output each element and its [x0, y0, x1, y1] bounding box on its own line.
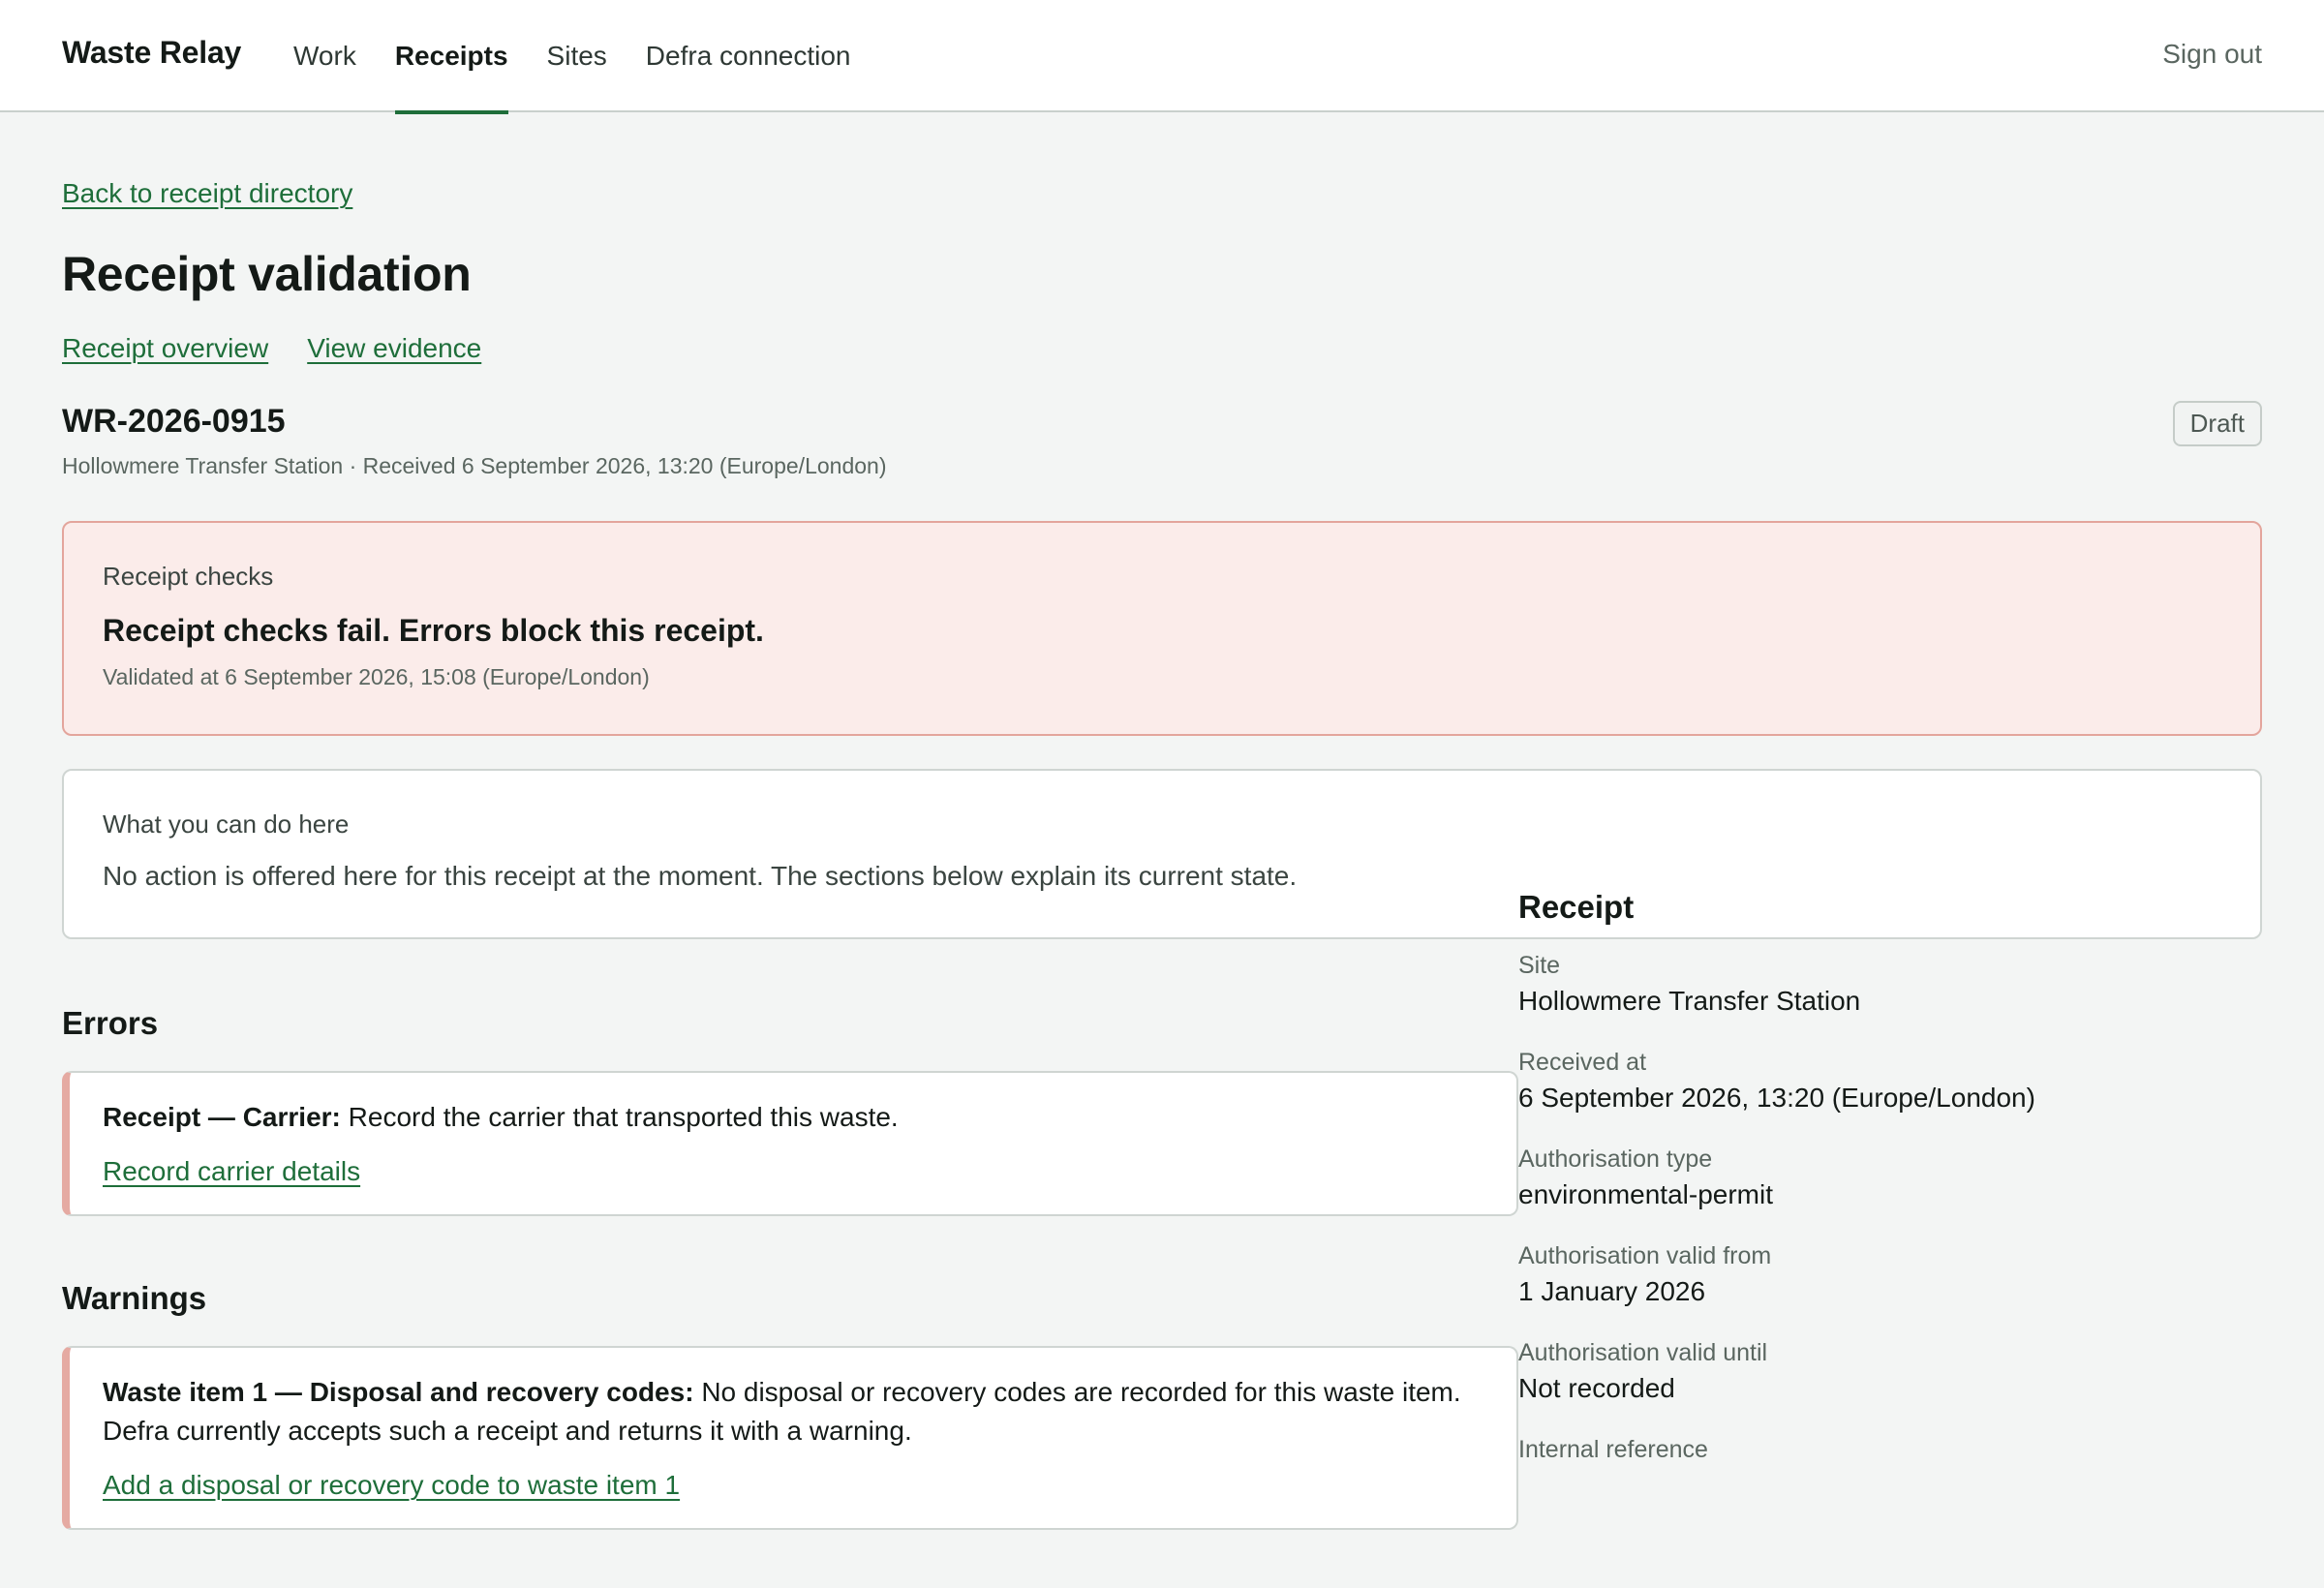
validated-at-text: Validated at 6 September 2026, 15:08 (Eu…	[103, 664, 650, 689]
summary-label: Received at	[1518, 1049, 1647, 1076]
view-evidence-link[interactable]: View evidence	[307, 333, 481, 364]
summary-label: Authorisation valid until	[1518, 1339, 1768, 1366]
error-message: Record the carrier that transported this…	[348, 1102, 899, 1132]
receipt-checks-headline: Receipt checks fail. Errors block this r…	[103, 613, 764, 648]
nav-item-defra-connection[interactable]: Defra connection	[646, 0, 851, 112]
error-text: Receipt — Carrier: Record the carrier th…	[103, 1098, 1482, 1137]
nav-item-receipts[interactable]: Receipts	[394, 0, 508, 114]
main-nav: Work Receipts Sites Defra connection	[293, 0, 851, 114]
summary-value: environmental-permit	[1518, 1179, 1773, 1209]
top-navigation-bar: Waste Relay Work Receipts Sites Defra co…	[0, 0, 2324, 114]
available-actions-body: No action is offered here for this recei…	[103, 861, 1298, 891]
summary-value: 1 January 2026	[1518, 1276, 1706, 1306]
available-actions-kicker: What you can do here	[103, 809, 350, 839]
record-carrier-details-link[interactable]: Record carrier details	[103, 1152, 360, 1191]
summary-value: Hollowmere Transfer Station	[1518, 986, 1861, 1016]
nav-item-work[interactable]: Work	[293, 0, 356, 112]
warning-item: Waste item 1 — Disposal and recovery cod…	[62, 1346, 1518, 1530]
receipt-meta: Hollowmere Transfer Station · Received 6…	[62, 453, 887, 478]
sign-out-link[interactable]: Sign out	[2162, 39, 2262, 70]
summary-row-received-at: Received at 6 September 2026, 13:20 (Eur…	[1518, 1046, 2200, 1117]
summary-row-authorisation-type: Authorisation type environmental-permit	[1518, 1143, 2200, 1214]
receipt-sub-navigation: Receipt overview View evidence	[62, 333, 481, 364]
error-item: Receipt — Carrier: Record the carrier th…	[62, 1071, 1518, 1216]
summary-label: Site	[1518, 952, 1561, 979]
summary-label: Internal reference	[1518, 1436, 1708, 1463]
summary-row-internal-reference: Internal reference	[1518, 1433, 2200, 1466]
add-disposal-recovery-code-link[interactable]: Add a disposal or recovery code to waste…	[103, 1466, 680, 1505]
errors-heading: Errors	[62, 1005, 159, 1041]
warnings-heading: Warnings	[62, 1280, 207, 1316]
error-subject: Receipt — Carrier:	[103, 1102, 341, 1132]
summary-row-authorisation-valid-until: Authorisation valid until Not recorded	[1518, 1336, 2200, 1408]
warning-subject: Waste item 1 — Disposal and recovery cod…	[103, 1377, 694, 1407]
summary-row-site: Site Hollowmere Transfer Station	[1518, 949, 2200, 1021]
receipt-overview-link[interactable]: Receipt overview	[62, 333, 268, 364]
receipt-reference: WR-2026-0915	[62, 403, 286, 440]
status-badge: Draft	[2172, 401, 2262, 446]
back-to-receipt-directory-link[interactable]: Back to receipt directory	[62, 178, 352, 209]
summary-value: 6 September 2026, 13:20 (Europe/London)	[1518, 1083, 2035, 1113]
summary-label: Authorisation valid from	[1518, 1242, 1772, 1269]
receipt-summary-sidebar: Receipt Site Hollowmere Transfer Station…	[1518, 889, 2200, 1491]
summary-row-authorisation-valid-from: Authorisation valid from 1 January 2026	[1518, 1239, 2200, 1311]
nav-item-sites[interactable]: Sites	[547, 0, 607, 112]
receipt-summary-title: Receipt	[1518, 889, 1635, 925]
warning-text: Waste item 1 — Disposal and recovery cod…	[103, 1373, 1482, 1451]
receipt-checks-kicker: Receipt checks	[103, 562, 274, 591]
summary-label: Authorisation type	[1518, 1145, 1713, 1173]
receipt-checks-alert: Receipt checks Receipt checks fail. Erro…	[62, 521, 2262, 736]
brand-logo[interactable]: Waste Relay	[62, 35, 241, 71]
page-title: Receipt validation	[62, 247, 472, 301]
summary-value: Not recorded	[1518, 1373, 1675, 1403]
